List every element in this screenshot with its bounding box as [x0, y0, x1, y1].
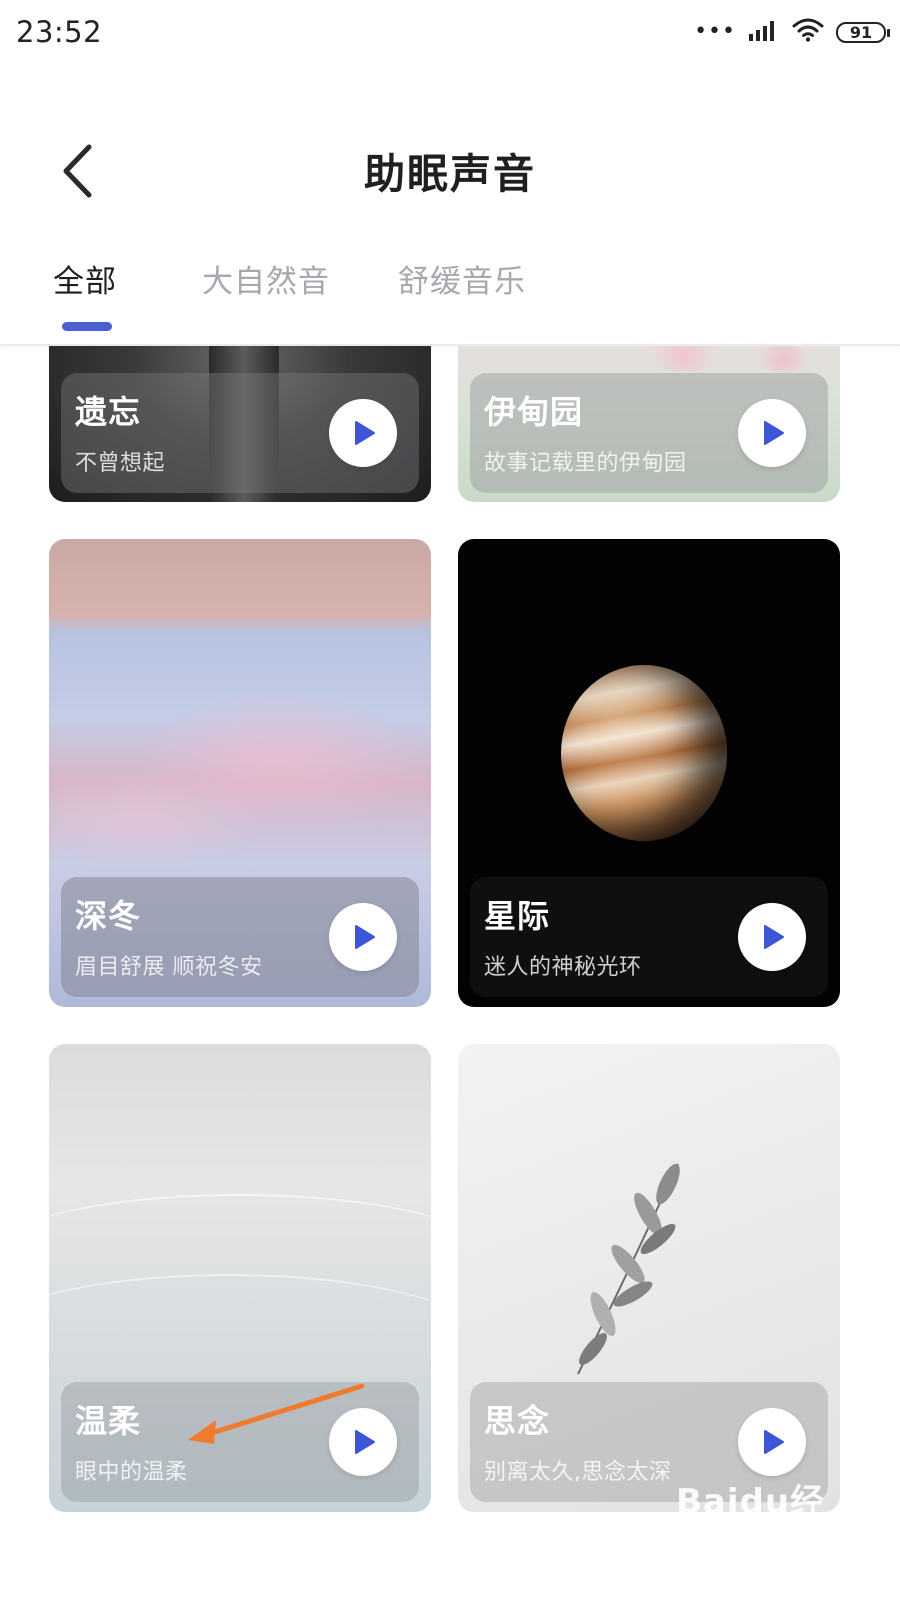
status-bar: 23:52 ••• 91 [0, 0, 900, 64]
card-info-panel: 遗忘 不曾想起 [61, 373, 419, 493]
tab-nature-sounds[interactable]: 大自然音 [202, 256, 330, 301]
signal-bars-icon [748, 18, 780, 46]
card-title: 星际 [484, 897, 551, 935]
tab-all[interactable]: 全部 [53, 256, 117, 301]
card-info-panel: 星际 迷人的神秘光环 [470, 877, 828, 997]
play-icon [764, 1430, 784, 1454]
card-title: 深冬 [75, 897, 142, 935]
wifi-icon [792, 17, 824, 47]
sound-card-interstellar[interactable]: 星际 迷人的神秘光环 [458, 539, 840, 1007]
page-title: 助眠声音 [364, 150, 536, 198]
sound-card-eden[interactable]: 伊甸园 故事记载里的伊甸园 [458, 346, 840, 502]
card-subtitle: 眉目舒展 顺祝冬安 [75, 955, 263, 980]
watermark: Baidu经验 jingyan.baidu.com [676, 1474, 846, 1571]
jupiter-image [561, 665, 727, 841]
annotation-arrow-icon [188, 1383, 365, 1444]
play-button[interactable] [738, 903, 806, 971]
card-title: 温柔 [75, 1402, 142, 1440]
card-subtitle: 眼中的温柔 [75, 1460, 188, 1485]
sound-card-forget[interactable]: 遗忘 不曾想起 [49, 346, 431, 502]
card-info-panel: 伊甸园 故事记载里的伊甸园 [470, 373, 828, 493]
card-title: 思念 [484, 1402, 551, 1440]
sound-card-longing[interactable]: 思念 别离太久,思念太深 [458, 1044, 840, 1512]
card-subtitle: 不曾想起 [75, 451, 166, 476]
battery-icon: 91 [836, 21, 890, 43]
card-title: 遗忘 [75, 393, 142, 431]
play-button[interactable] [738, 1408, 806, 1476]
play-icon [355, 421, 375, 445]
header: 助眠声音 [0, 110, 900, 230]
sound-card-deep-winter[interactable]: 深冬 眉目舒展 顺祝冬安 [49, 539, 431, 1007]
status-icons: ••• 91 [694, 17, 890, 47]
card-info-panel: 深冬 眉目舒展 顺祝冬安 [61, 877, 419, 997]
status-time: 23:52 [16, 15, 103, 49]
play-button[interactable] [329, 903, 397, 971]
tab-bar: 全部 大自然音 舒缓音乐 [0, 250, 900, 342]
plant-image [577, 1163, 680, 1375]
play-icon [764, 925, 784, 949]
more-dots-icon: ••• [694, 19, 736, 44]
play-icon [764, 421, 784, 445]
card-title: 伊甸园 [484, 393, 584, 431]
tab-indicator [62, 322, 112, 331]
tab-soothing-music[interactable]: 舒缓音乐 [398, 256, 526, 301]
card-subtitle: 别离太久,思念太深 [484, 1460, 672, 1485]
watermark-url: jingyan.baidu.com [679, 1518, 846, 1539]
card-subtitle: 迷人的神秘光环 [484, 955, 642, 980]
sound-card-grid[interactable]: 遗忘 不曾想起 伊甸园 故事记载里的伊甸园 深冬 眉目舒展 顺祝冬安 星际 迷人… [0, 346, 900, 1600]
card-subtitle: 故事记载里的伊甸园 [484, 451, 687, 476]
play-button[interactable] [738, 399, 806, 467]
play-button[interactable] [329, 399, 397, 467]
play-icon [355, 925, 375, 949]
